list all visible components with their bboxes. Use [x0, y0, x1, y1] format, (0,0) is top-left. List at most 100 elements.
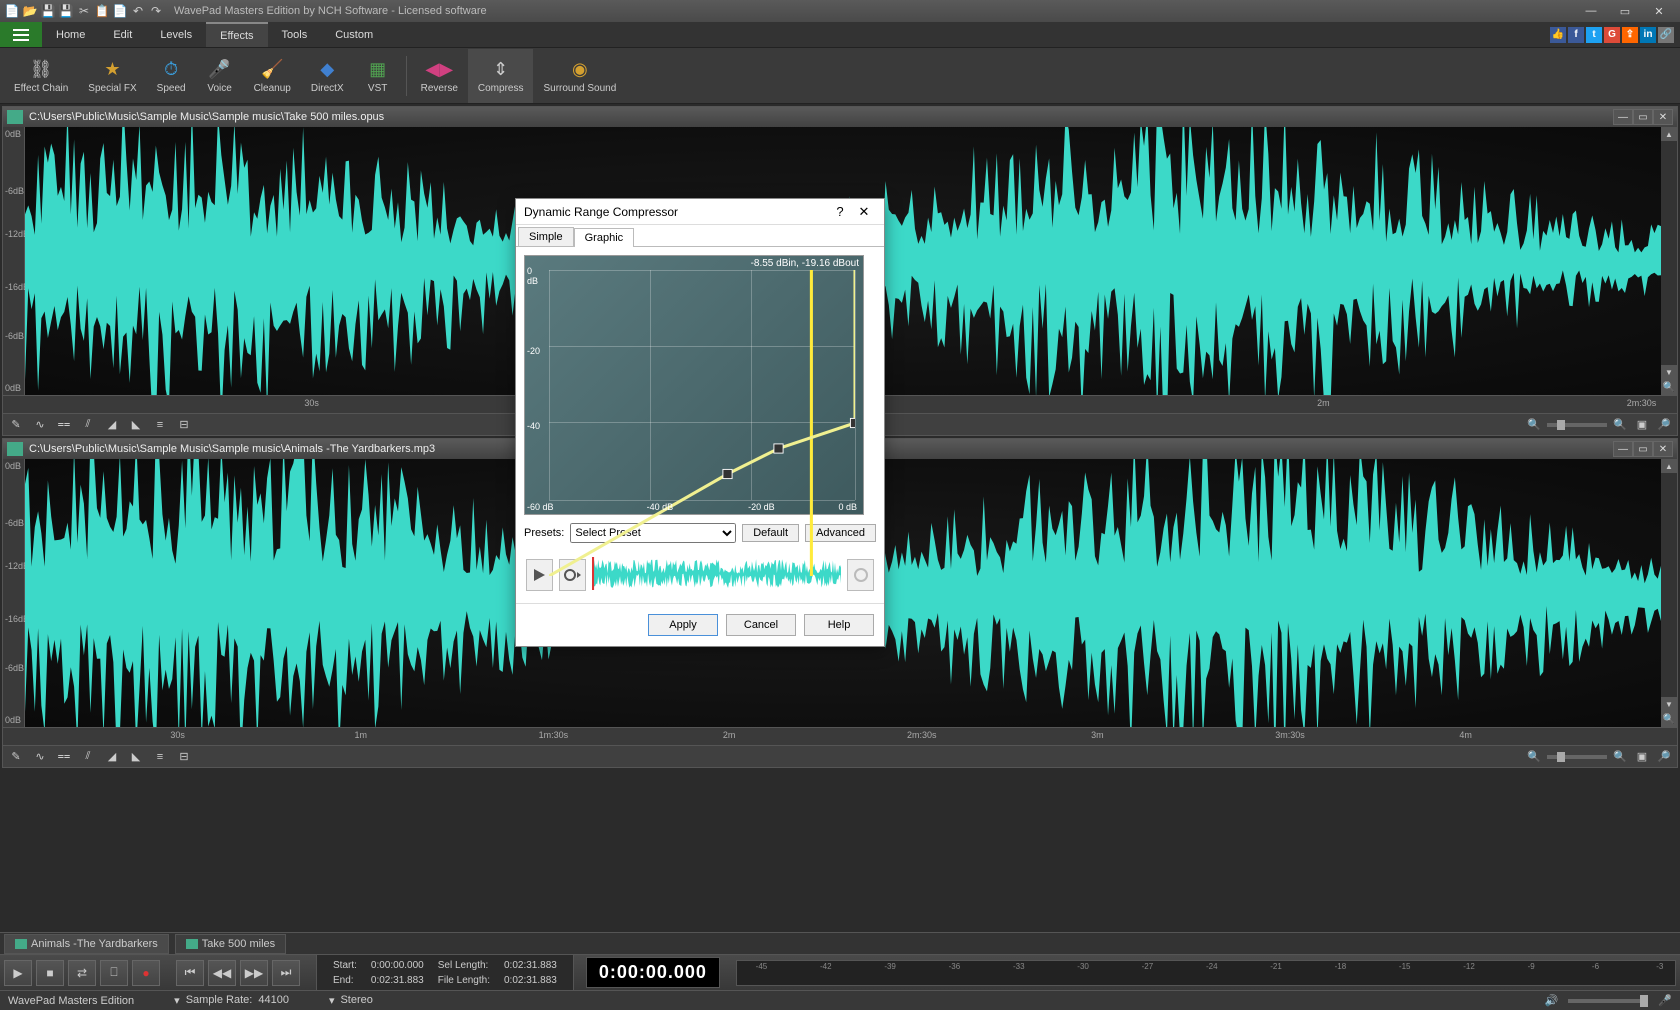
fade-in-icon[interactable]: ◢	[103, 417, 121, 433]
menu-levels[interactable]: Levels	[146, 22, 206, 47]
new-icon[interactable]: 📄	[4, 3, 20, 19]
file-header-1[interactable]: C:\Users\Public\Music\Sample Music\Sampl…	[3, 107, 1677, 127]
special-fx-button[interactable]: ★Special FX	[78, 49, 146, 103]
voice-button[interactable]: 🎤Voice	[196, 49, 244, 103]
dropdown-icon[interactable]: ▾	[174, 994, 180, 1007]
cut-icon[interactable]: ✂	[76, 3, 92, 19]
zoom-sel-icon[interactable]: 🔎	[1655, 417, 1673, 433]
tab-graphic[interactable]: Graphic	[574, 228, 635, 247]
zoom-fit-icon[interactable]: ▣	[1633, 749, 1651, 765]
volume-slider[interactable]	[1568, 999, 1648, 1003]
vertical-scrollbar[interactable]: ▲ ▼ 🔍	[1661, 459, 1677, 727]
skip-start-button[interactable]: ⏮	[176, 960, 204, 986]
zoom-slider[interactable]	[1547, 755, 1607, 759]
compress-button[interactable]: ⇕Compress	[468, 49, 534, 103]
dropdown-icon[interactable]: ▾	[329, 994, 335, 1007]
effect-chain-button[interactable]: ⛓Effect Chain	[4, 49, 78, 103]
menu-edit[interactable]: Edit	[99, 22, 146, 47]
scroll-down-icon[interactable]: ▼	[1661, 697, 1677, 711]
pencil-icon[interactable]: ✎	[7, 749, 25, 765]
scroll-down-icon[interactable]: ▼	[1661, 365, 1677, 379]
file-maximize-button[interactable]: ▭	[1633, 109, 1653, 125]
directx-button[interactable]: ◆DirectX	[301, 49, 354, 103]
dialog-titlebar[interactable]: Dynamic Range Compressor ? ✕	[516, 199, 884, 225]
stop-button[interactable]: ■	[36, 960, 64, 986]
file-close-button[interactable]: ✕	[1653, 441, 1673, 457]
menu-effects[interactable]: Effects	[206, 22, 267, 47]
zoom-slider[interactable]	[1547, 423, 1607, 427]
scroll-up-icon[interactable]: ▲	[1661, 127, 1677, 141]
loop-button[interactable]: ⇄	[68, 960, 96, 986]
zoom-out-icon[interactable]: 🔍	[1525, 749, 1543, 765]
fade-out-icon[interactable]: ◣	[127, 417, 145, 433]
redo-icon[interactable]: ↷	[148, 3, 164, 19]
undo-icon[interactable]: ↶	[130, 3, 146, 19]
list-icon[interactable]: ≡	[151, 417, 169, 433]
dialog-help-button[interactable]: ?	[828, 204, 852, 219]
file-close-button[interactable]: ✕	[1653, 109, 1673, 125]
fade-out-icon[interactable]: ◣	[127, 749, 145, 765]
file-minimize-button[interactable]: —	[1613, 441, 1633, 457]
save-as-icon[interactable]: 💾	[58, 3, 74, 19]
reverse-button[interactable]: ◀▶Reverse	[411, 49, 468, 103]
scroll-track[interactable]	[1661, 473, 1677, 697]
wave-mode1-icon[interactable]: ∿	[31, 417, 49, 433]
window-minimize-button[interactable]: —	[1574, 0, 1608, 22]
zoom-in-icon[interactable]: 🔍	[1611, 749, 1629, 765]
like-icon[interactable]: 👍	[1550, 27, 1566, 43]
save-icon[interactable]: 💾	[40, 3, 56, 19]
record-button[interactable]: ●	[132, 960, 160, 986]
zoom-out-icon[interactable]: 🔍	[1525, 417, 1543, 433]
wave-mode2-icon[interactable]: ⩵	[55, 749, 73, 765]
tab-simple[interactable]: Simple	[518, 227, 574, 246]
file-maximize-button[interactable]: ▭	[1633, 441, 1653, 457]
scroll-track[interactable]	[1661, 141, 1677, 365]
list-icon[interactable]: ≡	[151, 749, 169, 765]
menu-tools[interactable]: Tools	[268, 22, 322, 47]
cancel-button[interactable]: Cancel	[726, 614, 796, 636]
graph-curve[interactable]	[549, 270, 855, 576]
wave-mode3-icon[interactable]: ⫽	[79, 749, 97, 765]
menu-home[interactable]: Home	[42, 22, 99, 47]
forward-button[interactable]: ▶▶	[240, 960, 268, 986]
paste-icon[interactable]: 📄	[112, 3, 128, 19]
align-icon[interactable]: ⊟	[175, 417, 193, 433]
rewind-button[interactable]: ◀◀	[208, 960, 236, 986]
align-icon[interactable]: ⊟	[175, 749, 193, 765]
dialog-close-button[interactable]: ✕	[852, 204, 876, 220]
window-restore-button[interactable]: ▭	[1608, 0, 1642, 22]
google-icon[interactable]: G	[1604, 27, 1620, 43]
apply-button[interactable]: Apply	[648, 614, 718, 636]
copy-icon[interactable]: 📋	[94, 3, 110, 19]
share-icon[interactable]: ⇪	[1622, 27, 1638, 43]
linkedin-icon[interactable]: in	[1640, 27, 1656, 43]
zoom-in-icon[interactable]: 🔍	[1661, 711, 1677, 727]
twitter-icon[interactable]: t	[1586, 27, 1602, 43]
mic-icon[interactable]: 🎤	[1658, 994, 1672, 1007]
vertical-scrollbar[interactable]: ▲ ▼ 🔍	[1661, 127, 1677, 395]
skip-end-button[interactable]: ⏭	[272, 960, 300, 986]
zoom-in-icon[interactable]: 🔍	[1611, 417, 1629, 433]
wave-mode2-icon[interactable]: ⩵	[55, 417, 73, 433]
window-close-button[interactable]: ✕	[1642, 0, 1676, 22]
file-minimize-button[interactable]: —	[1613, 109, 1633, 125]
wave-mode3-icon[interactable]: ⫽	[79, 417, 97, 433]
time-ruler-2[interactable]: 30s 1m 1m:30s 2m 2m:30s 3m 3m:30s 4m	[3, 727, 1677, 745]
hamburger-menu-button[interactable]	[0, 22, 42, 47]
speed-button[interactable]: ⏱Speed	[147, 49, 196, 103]
open-icon[interactable]: 📂	[22, 3, 38, 19]
speaker-icon[interactable]: 🔊	[1545, 994, 1559, 1007]
region-button[interactable]: ⎕	[100, 960, 128, 986]
compressor-graph[interactable]: -8.55 dBin, -19.16 dBout 0 dB -20 -40 -6…	[524, 255, 864, 515]
scroll-up-icon[interactable]: ▲	[1661, 459, 1677, 473]
zoom-in-icon[interactable]: 🔍	[1661, 379, 1677, 395]
vst-button[interactable]: ▦VST	[354, 49, 402, 103]
help-button[interactable]: Help	[804, 614, 874, 636]
menu-custom[interactable]: Custom	[321, 22, 387, 47]
zoom-fit-icon[interactable]: ▣	[1633, 417, 1651, 433]
wave-mode1-icon[interactable]: ∿	[31, 749, 49, 765]
play-button[interactable]: ▶	[4, 960, 32, 986]
facebook-icon[interactable]: f	[1568, 27, 1584, 43]
doc-tab-animals[interactable]: Animals -The Yardbarkers	[4, 934, 169, 954]
cleanup-button[interactable]: 🧹Cleanup	[244, 49, 301, 103]
